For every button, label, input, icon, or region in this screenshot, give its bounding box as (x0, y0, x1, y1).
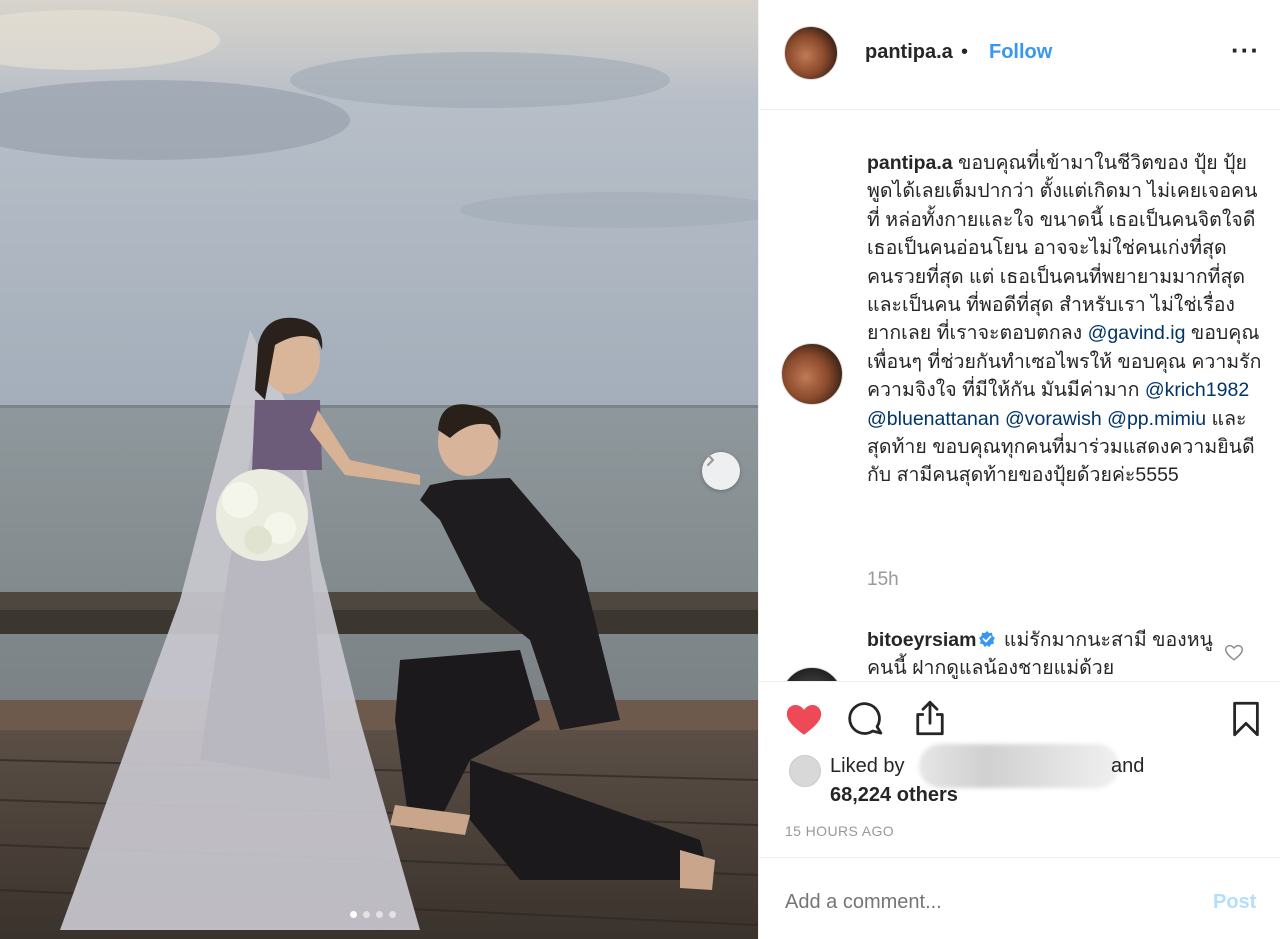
add-comment-input[interactable] (785, 891, 1185, 914)
chevron-right-icon (706, 453, 715, 467)
caption-author-avatar[interactable] (781, 343, 843, 405)
post-time-ago[interactable]: 15 HOURS AGO (785, 823, 894, 839)
caption-mention-link[interactable]: @bluenattanan (867, 408, 1000, 430)
wedding-proposal-photo (0, 0, 758, 939)
author-username[interactable]: pantipa.a (865, 41, 953, 64)
verified-badge-icon (979, 631, 996, 647)
bookmark-icon[interactable] (1225, 698, 1267, 740)
carousel-dot (363, 911, 370, 918)
more-options-button[interactable]: ··· (1231, 35, 1260, 66)
share-icon[interactable] (909, 697, 951, 739)
carousel-next-button[interactable] (702, 452, 740, 490)
comment-like-icon[interactable] (1223, 641, 1245, 663)
post-comment-button[interactable]: Post (1213, 891, 1256, 914)
caption-mention-link[interactable]: @gavind.ig (1088, 322, 1186, 344)
caption-timestamp[interactable]: 15h (867, 569, 899, 591)
comments-section[interactable]: pantipa.a ขอบคุณที่เข้ามาในชีวิตของ ปุ้ย… (759, 111, 1280, 681)
header-separator: • (961, 41, 969, 63)
carousel-indicator (350, 911, 396, 918)
comment-item: bitoeyrsiam แม่รักมากนะสามี ของหนูคนนี้ … (867, 626, 1217, 681)
caption-mention-link[interactable]: @krich1982 (1145, 379, 1249, 401)
liker-avatar[interactable] (789, 755, 821, 787)
likes-count-link[interactable]: 68,224 others (830, 784, 958, 807)
carousel-dot-active (350, 911, 357, 918)
post-actions: Liked by and 68,224 others 15 HOURS AGO (759, 681, 1280, 856)
liked-by-suffix: and (1111, 755, 1145, 777)
comment-bubble-icon[interactable] (845, 699, 887, 741)
comment-username[interactable]: bitoeyrsiam (867, 629, 976, 651)
blurred-username[interactable] (919, 744, 1119, 788)
heart-filled-icon[interactable] (783, 698, 825, 740)
post-header: pantipa.a • Follow ··· (759, 0, 1280, 110)
commenter-avatar[interactable] (781, 667, 843, 681)
carousel-dot (376, 911, 383, 918)
caption-mention-link[interactable]: @pp.mimiu (1107, 408, 1206, 430)
caption-body: ขอบคุณที่เข้ามาในชีวิตของ ปุ้ย ปุ้ยพูดได… (867, 152, 1261, 486)
post-caption: pantipa.a ขอบคุณที่เข้ามาในชีวิตของ ปุ้ย… (867, 149, 1262, 490)
caption-text: ขอบคุณที่เข้ามาในชีวิตของ ปุ้ย ปุ้ยพูดได… (867, 152, 1258, 345)
caption-username[interactable]: pantipa.a (867, 152, 953, 174)
post-side-panel: pantipa.a • Follow ··· pantipa.a ขอบคุณท… (758, 0, 1280, 939)
follow-button[interactable]: Follow (989, 41, 1052, 64)
author-avatar[interactable] (784, 26, 838, 80)
post-photo[interactable] (0, 0, 758, 939)
carousel-dot (389, 911, 396, 918)
liked-by-prefix: Liked by (830, 755, 905, 777)
caption-mention-link[interactable]: @vorawish (1005, 408, 1102, 430)
add-comment-bar: Post (759, 857, 1280, 939)
